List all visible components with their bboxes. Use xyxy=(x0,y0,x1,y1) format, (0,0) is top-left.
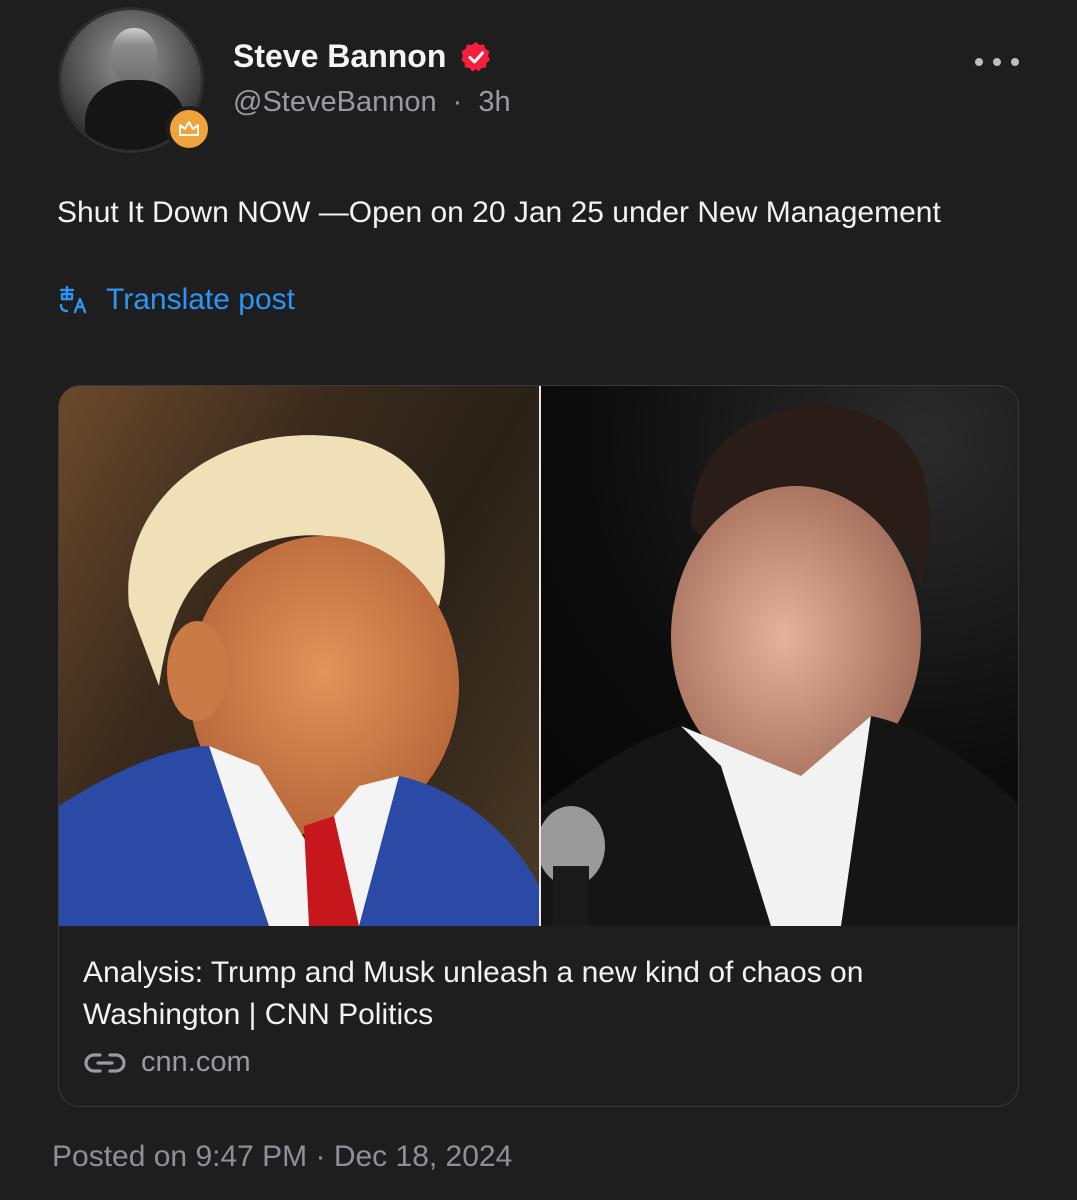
verified-check-icon xyxy=(461,41,491,71)
translate-post-link[interactable]: Translate post xyxy=(58,283,295,317)
post-text: Shut It Down NOW —Open on 20 Jan 25 unde… xyxy=(57,196,941,229)
author-name-row: Steve Bannon xyxy=(233,38,492,75)
post-time: 3h xyxy=(478,86,511,118)
translate-label: Translate post xyxy=(106,283,295,316)
more-horizontal-icon[interactable] xyxy=(975,52,1019,72)
author-handle[interactable]: @SteveBannon xyxy=(233,86,437,118)
avatar-head xyxy=(111,28,157,84)
crown-icon xyxy=(166,106,212,152)
posted-timestamp: Posted on 9:47 PM · Dec 18, 2024 xyxy=(52,1140,513,1173)
author-meta: @SteveBannon · 3h xyxy=(233,86,511,119)
link-card-domain: cnn.com xyxy=(141,1046,251,1078)
author-name[interactable]: Steve Bannon xyxy=(233,38,446,75)
photo-left xyxy=(59,386,539,926)
link-card-domain-row: cnn.com xyxy=(83,1046,251,1079)
link-card-title: Analysis: Trump and Musk unleash a new k… xyxy=(83,956,864,1031)
translate-icon xyxy=(59,285,87,314)
link-card-image xyxy=(59,386,1018,926)
photo-right xyxy=(537,386,1018,926)
link-card[interactable]: Analysis: Trump and Musk unleash a new k… xyxy=(58,385,1019,1107)
meta-separator: · xyxy=(452,86,463,118)
link-icon xyxy=(84,1052,126,1073)
